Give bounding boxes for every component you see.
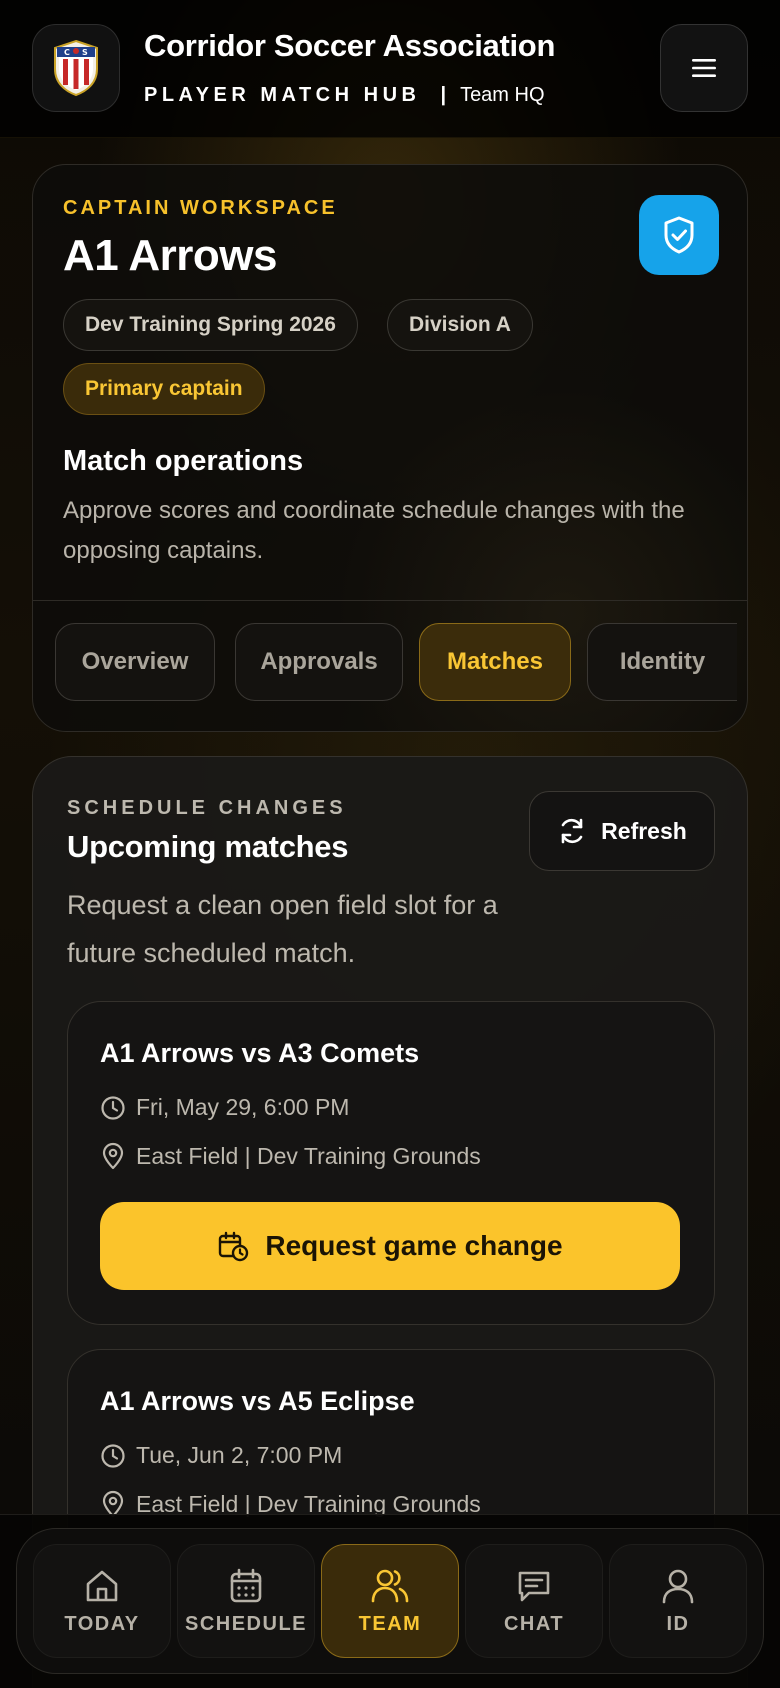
- chat-icon: [518, 1571, 550, 1601]
- captain-role-pill: Primary captain: [63, 363, 265, 415]
- users-icon: [371, 1569, 409, 1602]
- schedule-eyebrow: SCHEDULE CHANGES: [67, 797, 347, 819]
- app-title: Corridor Soccer Association: [144, 28, 556, 63]
- card-divider: [33, 600, 747, 601]
- map-pin-icon: [102, 1142, 124, 1170]
- workspace-eyebrow: CAPTAIN WORKSPACE: [63, 197, 338, 219]
- refresh-icon: [561, 818, 583, 844]
- shield-check-icon: [664, 216, 694, 254]
- season-pill: Dev Training Spring 2026: [63, 299, 358, 351]
- subtitle-separator: |: [440, 84, 447, 106]
- hub-label: PLAYER MATCH HUB: [144, 84, 421, 106]
- section-label: Team HQ: [460, 84, 545, 106]
- team-name: A1 Arrows: [63, 231, 277, 280]
- menu-button[interactable]: [660, 24, 748, 112]
- hamburger-menu-icon: [692, 59, 716, 77]
- tab-identity[interactable]: Identity: [587, 623, 737, 701]
- nav-team-label: TEAM: [358, 1612, 422, 1635]
- nav-chat-label: CHAT: [503, 1612, 565, 1635]
- nav-id[interactable]: ID: [609, 1544, 747, 1658]
- request-game-change-label: Request game change: [265, 1230, 563, 1261]
- match-datetime: Tue, Jun 2, 7:00 PM: [136, 1442, 343, 1468]
- nav-chat[interactable]: CHAT: [465, 1544, 603, 1658]
- nav-team[interactable]: TEAM: [321, 1544, 459, 1658]
- tab-overview[interactable]: Overview: [55, 623, 215, 701]
- match-title: A1 Arrows vs A3 Comets: [100, 1038, 420, 1068]
- ops-description: Approve scores and coordinate schedule c…: [63, 497, 685, 564]
- refresh-button[interactable]: Refresh: [529, 791, 715, 871]
- calendar-clock-icon: [219, 1231, 249, 1262]
- club-logo[interactable]: C S: [32, 24, 120, 112]
- division-pill: Division A: [387, 299, 533, 351]
- top-header: C S Corridor Soccer Association PLAYER M…: [0, 0, 780, 138]
- app-subtitle: PLAYER MATCH HUB | Team HQ: [144, 84, 545, 107]
- captain-workspace-card: CAPTAIN WORKSPACE A1 Arrows Dev Training…: [32, 164, 748, 732]
- match-location-row: East Field | Dev Training Grounds: [100, 1142, 481, 1170]
- svg-text:S: S: [82, 48, 88, 57]
- match-datetime: Fri, May 29, 6:00 PM: [136, 1094, 350, 1120]
- match-datetime-row: Fri, May 29, 6:00 PM: [100, 1094, 349, 1121]
- calendar-icon: [230, 1568, 262, 1602]
- schedule-description: Request a clean open field slot for a fu…: [67, 890, 498, 968]
- user-icon: [662, 1569, 694, 1603]
- match-card: A1 Arrows vs A3 Comets Fri, May 29, 6:00…: [67, 1001, 715, 1325]
- match-title: A1 Arrows vs A5 Eclipse: [100, 1386, 415, 1416]
- clock-icon: [101, 1095, 125, 1120]
- nav-schedule-label: SCHEDULE: [184, 1612, 307, 1635]
- captain-badge-button[interactable]: [639, 195, 719, 275]
- tab-approvals[interactable]: Approvals: [235, 623, 403, 701]
- request-game-change-button[interactable]: Request game change: [100, 1202, 680, 1290]
- nav-today-label: TODAY: [64, 1612, 140, 1635]
- home-icon: [86, 1570, 118, 1601]
- nav-today[interactable]: TODAY: [33, 1544, 171, 1658]
- schedule-title: Upcoming matches: [67, 829, 349, 864]
- clock-icon: [101, 1443, 125, 1468]
- ops-title: Match operations: [63, 445, 304, 477]
- match-location: East Field | Dev Training Grounds: [136, 1142, 481, 1169]
- app-root: C S Corridor Soccer Association PLAYER M…: [0, 0, 780, 1688]
- match-datetime-row: Tue, Jun 2, 7:00 PM: [100, 1442, 342, 1469]
- nav-schedule[interactable]: SCHEDULE: [177, 1544, 315, 1658]
- svg-text:C: C: [64, 48, 70, 57]
- shield-crest-logo-icon: C S: [54, 39, 98, 97]
- tab-matches[interactable]: Matches: [419, 623, 571, 701]
- nav-id-label: ID: [666, 1612, 690, 1635]
- refresh-label: Refresh: [601, 817, 687, 844]
